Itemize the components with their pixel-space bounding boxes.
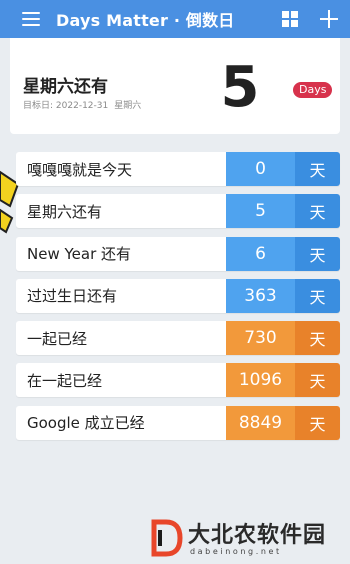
event-days-unit: 天: [295, 363, 340, 398]
app-title: Days Matter · 倒数日: [56, 11, 235, 30]
featured-days-number: 5: [220, 55, 260, 120]
event-label: Google 成立已经: [27, 414, 145, 433]
plus-icon[interactable]: [320, 10, 338, 28]
event-row[interactable]: 嘎嘎嘎就是今天 0 天: [16, 152, 340, 186]
app-bar: Days Matter · 倒数日: [0, 0, 350, 38]
featured-target-date: 目标日: 2022-12-31 星期六: [23, 98, 141, 111]
event-label: 过过生日还有: [27, 287, 118, 306]
event-days-unit: 天: [295, 236, 340, 271]
grid-icon[interactable]: [282, 11, 298, 27]
event-days-value: 5: [226, 194, 295, 229]
event-days-unit: 天: [295, 405, 340, 440]
event-row[interactable]: 过过生日还有 363 天: [16, 278, 340, 313]
event-days-unit: 天: [295, 278, 340, 313]
event-days-value: 730: [226, 321, 295, 356]
watermark: 大北农软件园 dabeinong.net: [150, 516, 346, 560]
event-row[interactable]: Google 成立已经 8849 天: [16, 405, 340, 440]
watermark-logo-icon: [151, 519, 183, 557]
watermark-text: 大北农软件园: [188, 523, 327, 548]
watermark-domain: dabeinong.net: [190, 547, 282, 556]
event-row[interactable]: 一起已经 730 天: [16, 321, 340, 356]
event-label: 在一起已经: [27, 371, 103, 390]
event-label: 星期六还有: [27, 202, 103, 221]
event-row[interactable]: 在一起已经 1096 天: [16, 363, 340, 398]
event-days-value: 0: [226, 152, 295, 186]
event-days-value: 6: [226, 236, 295, 271]
event-list: 嘎嘎嘎就是今天 0 天星期六还有 5 天 New Year 还有 6 天过过生日还有 363 天一…: [16, 152, 340, 448]
event-days-unit: 天: [295, 321, 340, 356]
event-days-value: 363: [226, 278, 295, 313]
event-days-unit: 天: [295, 152, 340, 186]
event-row[interactable]: 星期六还有 5 天: [16, 194, 340, 229]
event-row[interactable]: New Year 还有 6 天: [16, 236, 340, 271]
event-label: 嘎嘎嘎就是今天: [27, 160, 133, 179]
target-weekday: 星期六: [114, 101, 142, 111]
featured-event-title: 星期六还有: [23, 77, 108, 97]
event-label: New Year 还有: [27, 245, 132, 264]
featured-countdown-card[interactable]: 星期六还有 目标日: 2022-12-31 星期六 5 Days: [10, 38, 340, 134]
event-days-unit: 天: [295, 194, 340, 229]
target-date-value: 2022-12-31: [55, 101, 109, 111]
event-days-value: 8849: [226, 405, 295, 440]
target-date-label: 目标日:: [23, 101, 54, 111]
days-badge: Days: [293, 82, 333, 98]
event-days-value: 1096: [226, 363, 295, 398]
event-label: 一起已经: [27, 329, 88, 348]
menu-icon[interactable]: [22, 12, 40, 26]
